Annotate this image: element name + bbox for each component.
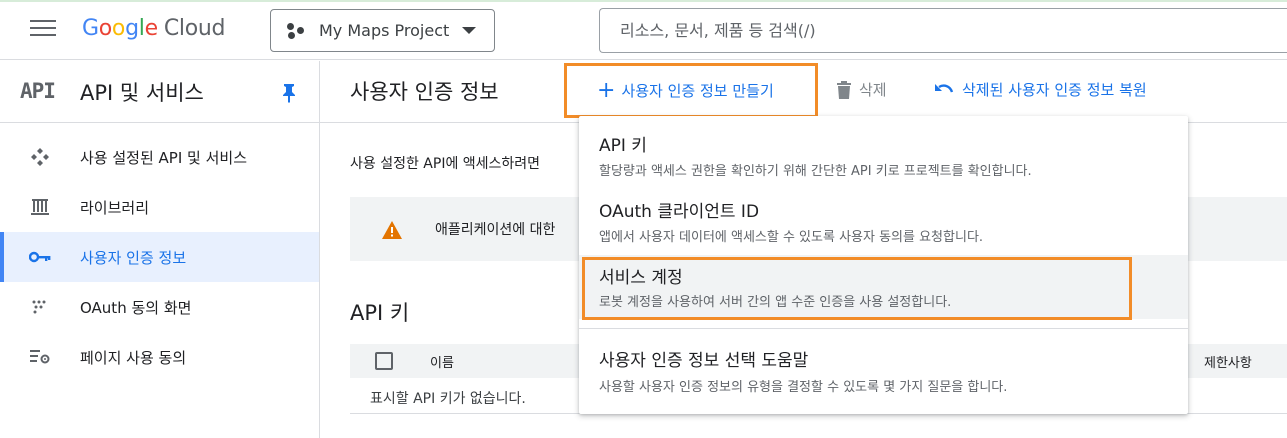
column-header-restrictions[interactable]: 제한사항 [1204,352,1252,371]
sidebar-header: API API 및 서비스 [0,61,319,123]
sidebar-item-label: 라이브러리 [80,198,150,217]
sidebar-item-label: 페이지 사용 동의 [80,348,187,367]
google-cloud-logo[interactable]: Google Cloud [82,16,225,41]
restore-deleted-credentials-button[interactable]: 삭제된 사용자 인증 정보 복원 [934,79,1147,100]
logo-letter: o [111,16,126,41]
logo-letter: G [82,16,99,41]
main-header: 사용자 인증 정보 + 사용자 인증 정보 만들기 삭제 삭제된 사용자 인증 … [320,61,1287,123]
warning-icon [382,221,402,239]
create-credentials-menu: API 키 할당량과 액세스 권한을 확인하기 위해 간단한 API 키로 프로… [579,116,1188,414]
menu-item-oauth-client-id[interactable]: OAuth 클라이언트 ID 앱에서 사용자 데이터에 액세스할 수 있도록 사… [579,184,1188,252]
restore-label: 삭제된 사용자 인증 정보 복원 [962,81,1147,99]
sidebar-title: API 및 서비스 [80,81,204,105]
hamburger-menu-icon[interactable] [30,20,56,40]
search-bar[interactable] [599,8,1287,53]
logo-cloud-word: Cloud [163,16,226,41]
undo-icon [935,83,954,92]
menu-item-title: 사용자 인증 정보 선택 도움말 [599,351,809,371]
credentials-description: 사용 설정한 API에 액세스하려면 [350,156,541,172]
column-header-name[interactable]: 이름 [430,352,454,371]
chevron-down-icon [462,27,476,34]
menu-divider [579,328,1188,329]
plus-icon: + [597,77,616,103]
create-credentials-button[interactable]: + 사용자 인증 정보 만들기 [564,63,818,118]
sidebar-item-page-usage-agreements[interactable]: 페이지 사용 동의 [0,332,319,382]
warning-text: 애플리케이션에 대한 [435,222,556,238]
trash-icon [837,80,851,99]
menu-item-description: 로봇 계정을 사용하여 서버 간의 앱 수준 인증을 사용 설정합니다. [599,295,952,310]
sidebar-item-library[interactable]: 라이브러리 [0,182,319,232]
api-diamond-icon [28,145,52,169]
delete-button[interactable]: 삭제 [837,79,887,100]
api-keys-heading: API 키 [350,301,410,325]
project-hexagon-icon [287,22,305,39]
api-logo-icon: API [20,79,56,103]
menu-item-description: 할당량과 액세스 권한을 확인하기 위해 간단한 API 키로 프로젝트를 확인… [599,164,1032,179]
menu-item-api-key[interactable]: API 키 할당량과 액세스 권한을 확인하기 위해 간단한 API 키로 프로… [579,116,1188,184]
settings-list-icon [28,345,52,369]
menu-item-description: 앱에서 사용자 데이터에 액세스할 수 있도록 사용자 동의를 요청합니다. [599,230,984,245]
menu-item-help-me-choose[interactable]: 사용자 인증 정보 선택 도움말 사용할 사용자 인증 정보의 유형을 결정할 … [579,334,1188,406]
sidebar-item-label: OAuth 동의 화면 [80,298,192,317]
sidebar-item-enabled-apis[interactable]: 사용 설정된 API 및 서비스 [0,132,319,182]
top-accent-line [0,0,1287,2]
logo-letter: o [98,16,112,41]
menu-item-service-account[interactable]: 서비스 계정 로봇 계정을 사용하여 서버 간의 앱 수준 인증을 사용 설정합… [579,255,1188,319]
menu-item-title: API 키 [599,136,647,156]
sidebar-item-label: 사용 설정된 API 및 서비스 [80,148,248,167]
pin-icon[interactable] [280,83,298,103]
sidebar-item-label: 사용자 인증 정보 [80,248,187,267]
logo-letter: g [125,16,139,41]
logo-letter: e [144,16,159,41]
project-name: My Maps Project [319,21,450,40]
menu-item-title: 서비스 계정 [599,268,683,288]
sidebar: API API 및 서비스 사용 설정된 API 및 서비스 라이브러리 사용자… [0,61,320,438]
sidebar-item-credentials[interactable]: 사용자 인증 정보 [0,232,319,282]
menu-item-description: 사용할 사용자 인증 정보의 유형을 결정할 수 있도록 몇 가지 질문을 합니… [599,380,1008,395]
create-credentials-label: 사용자 인증 정보 만들기 [621,82,774,100]
library-icon [28,195,52,219]
search-input[interactable] [620,21,1287,40]
page-title: 사용자 인증 정보 [350,80,499,104]
key-icon [28,245,52,269]
consent-dots-icon [28,295,52,319]
delete-label: 삭제 [859,81,887,99]
project-picker[interactable]: My Maps Project [270,9,495,52]
select-all-checkbox[interactable] [375,352,393,370]
sidebar-item-oauth-consent[interactable]: OAuth 동의 화면 [0,282,319,332]
menu-item-title: OAuth 클라이언트 ID [599,202,760,222]
top-bar: Google Cloud My Maps Project [0,0,1287,60]
empty-state-text: 표시할 API 키가 없습니다. [370,391,526,407]
